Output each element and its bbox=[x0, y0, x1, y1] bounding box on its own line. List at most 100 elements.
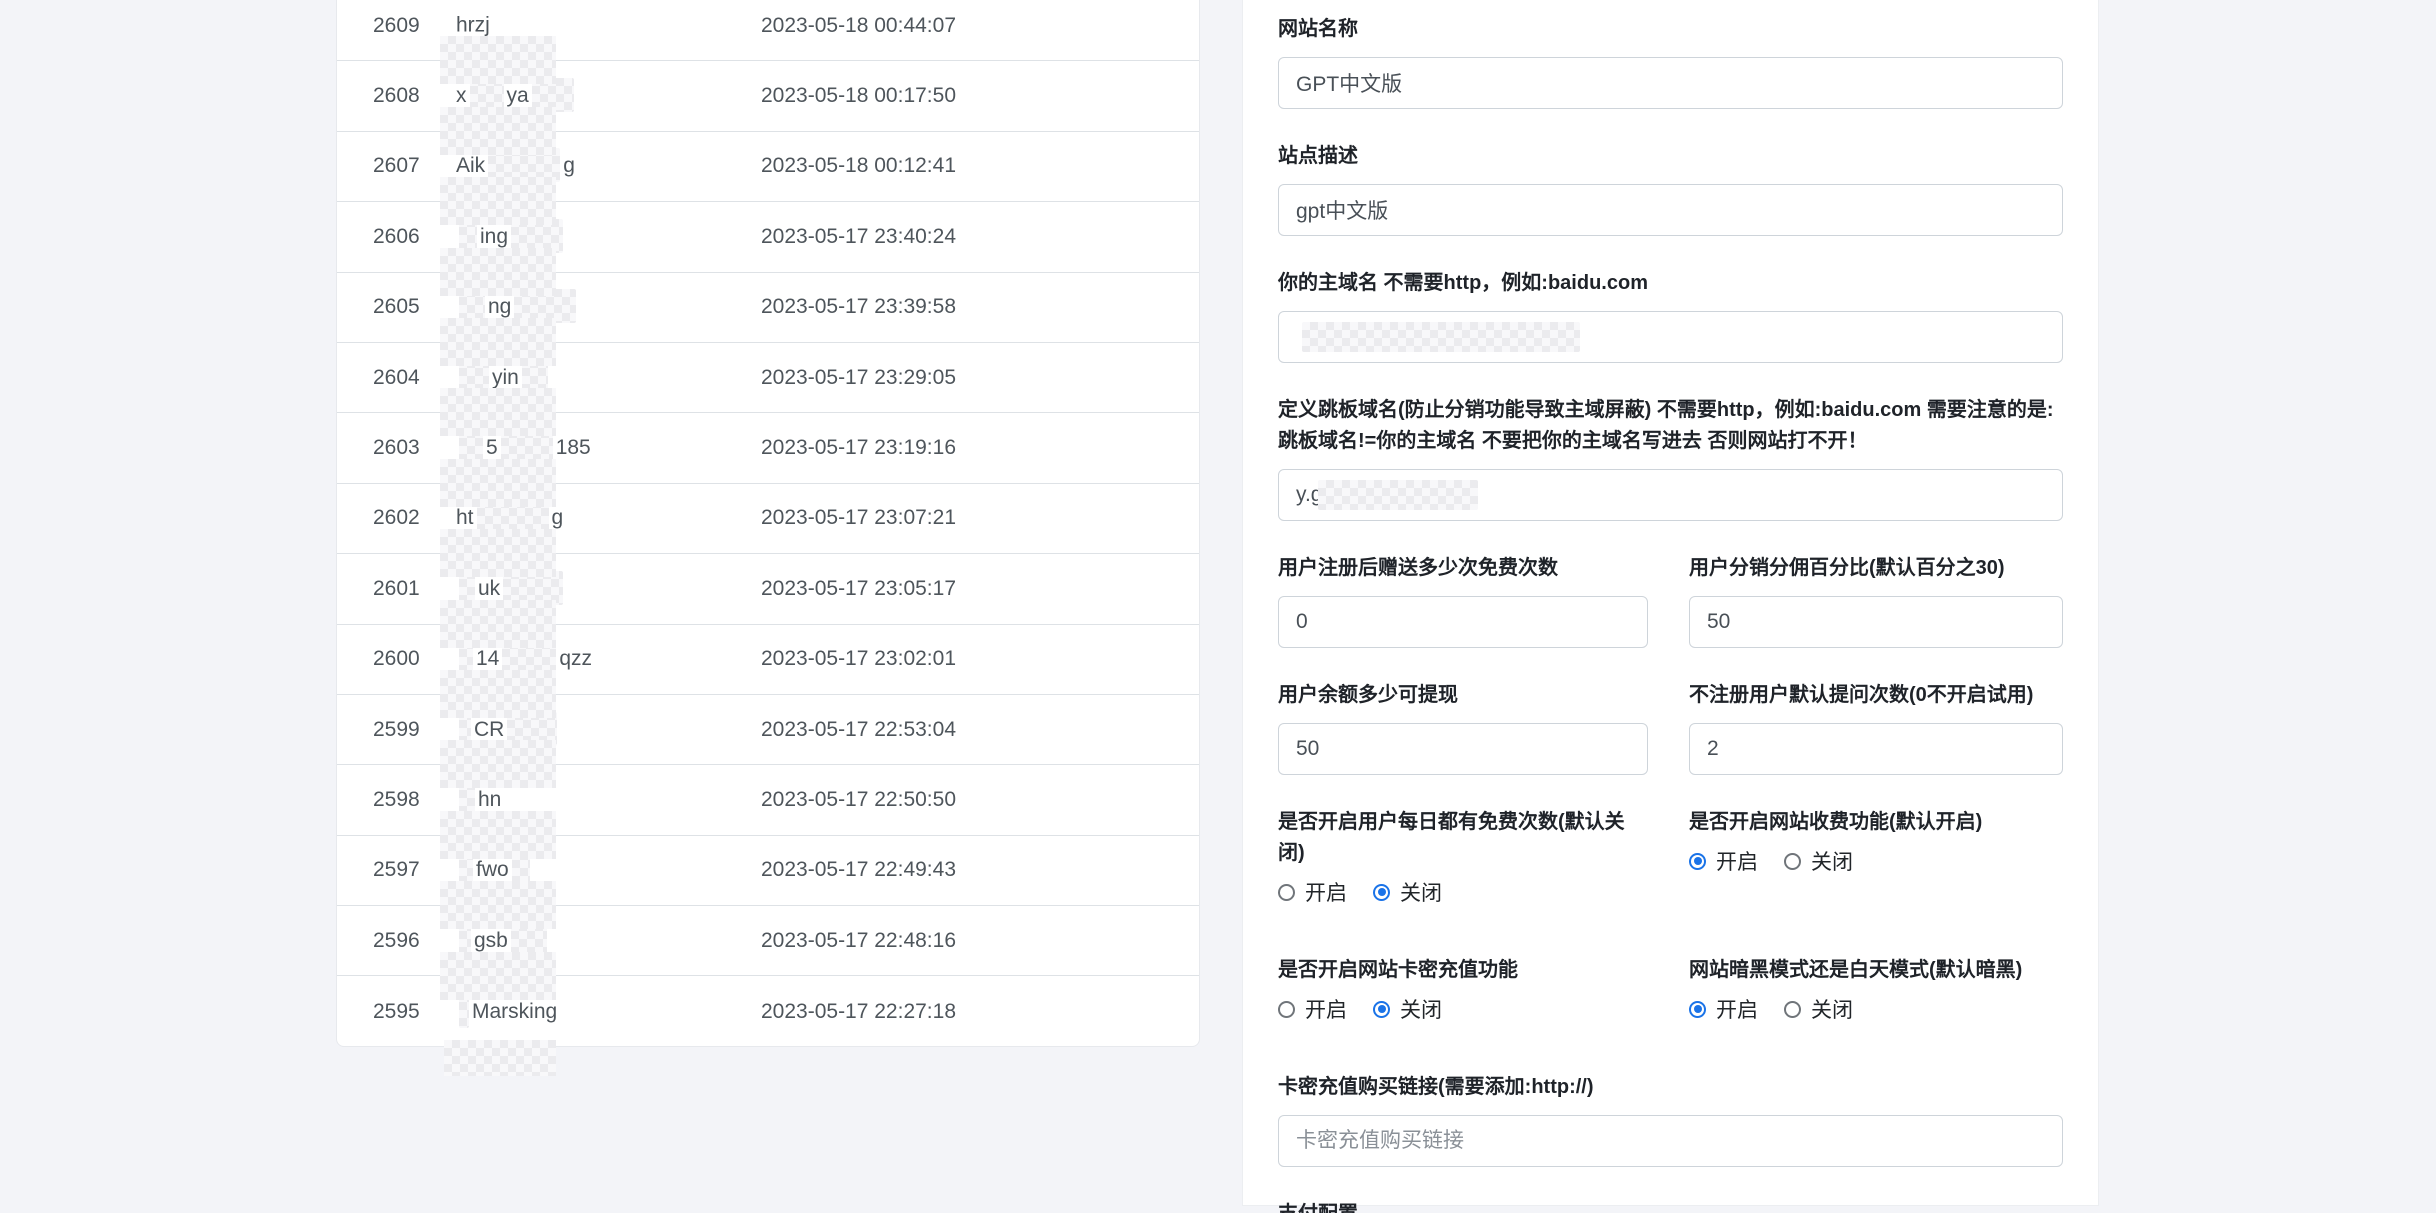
field-dark-mode: 网站暗黑模式还是白天模式(默认暗黑) 开启 关闭 bbox=[1689, 955, 2063, 1024]
radio-charge-on[interactable]: 开启 bbox=[1689, 846, 1758, 876]
user-id-cell: 2600 bbox=[373, 647, 456, 671]
user-name-text: hn bbox=[478, 788, 501, 811]
jump-domain-input[interactable]: y.g bbox=[1278, 469, 2063, 521]
radio-label: 开启 bbox=[1716, 994, 1758, 1024]
radio-charge-off[interactable]: 关闭 bbox=[1784, 846, 1853, 876]
redaction-mosaic bbox=[440, 177, 556, 225]
user-id-cell: 2596 bbox=[373, 929, 456, 953]
main-domain-input[interactable] bbox=[1278, 311, 2063, 363]
register-time-cell: 2023-05-18 00:17:50 bbox=[761, 84, 1199, 108]
user-name-text: hrzj bbox=[456, 14, 490, 37]
field-card-link: 卡密充值购买链接(需要添加:http://) bbox=[1278, 1072, 2063, 1167]
radio-card-recharge-on[interactable]: 开启 bbox=[1278, 994, 1347, 1024]
card-recharge-label: 是否开启网站卡密充值功能 bbox=[1278, 955, 1648, 986]
register-time-cell: 2023-05-17 22:49:43 bbox=[761, 858, 1199, 882]
user-id-cell: 2601 bbox=[373, 577, 456, 601]
redaction-mosaic bbox=[440, 248, 556, 296]
user-id-cell: 2604 bbox=[373, 366, 456, 390]
redaction-mosaic bbox=[440, 670, 556, 718]
user-name-text: Marsking bbox=[472, 1000, 557, 1023]
radio-circle-icon bbox=[1784, 853, 1801, 870]
radio-dark-mode-off[interactable]: 关闭 bbox=[1784, 994, 1853, 1024]
redaction-mosaic bbox=[440, 388, 556, 436]
field-jump-domain: 定义跳板域名(防止分销功能导致主域屏蔽) 不需要http，例如:baidu.co… bbox=[1278, 395, 2063, 521]
user-name-text: 5 bbox=[486, 436, 498, 459]
site-name-label: 网站名称 bbox=[1278, 14, 2063, 45]
radio-label: 开启 bbox=[1305, 994, 1347, 1024]
payment-label: 支付配置 bbox=[1278, 1199, 2063, 1213]
user-id-cell: 2607 bbox=[373, 154, 456, 178]
user-name-text: uk bbox=[478, 577, 500, 600]
register-time-cell: 2023-05-17 22:53:04 bbox=[761, 718, 1199, 742]
register-time-cell: 2023-05-17 23:05:17 bbox=[761, 577, 1199, 601]
user-name-text: g bbox=[552, 506, 564, 529]
radio-label: 开启 bbox=[1305, 877, 1347, 907]
main-domain-label: 你的主域名 不需要http，例如:baidu.com bbox=[1278, 268, 2063, 299]
field-site-name: 网站名称 bbox=[1278, 14, 2063, 109]
user-name-text: gsb bbox=[474, 929, 508, 952]
site-desc-input[interactable] bbox=[1278, 184, 2063, 236]
radio-circle-icon bbox=[1689, 853, 1706, 870]
radio-card-recharge-off[interactable]: 关闭 bbox=[1373, 994, 1442, 1024]
radio-row-dailyfree-charge: 是否开启用户每日都有免费次数(默认关闭) 开启 关闭 是否开启网站收费功能(默认… bbox=[1278, 807, 2063, 907]
free-times-input[interactable] bbox=[1278, 596, 1648, 648]
user-id-cell: 2598 bbox=[373, 788, 456, 812]
register-time-cell: 2023-05-17 22:27:18 bbox=[761, 1000, 1199, 1024]
radio-label: 开启 bbox=[1716, 846, 1758, 876]
site-desc-label: 站点描述 bbox=[1278, 141, 2063, 172]
redaction-mosaic bbox=[440, 529, 556, 577]
radio-circle-icon bbox=[1784, 1001, 1801, 1018]
register-time-cell: 2023-05-17 23:40:24 bbox=[761, 225, 1199, 249]
redaction-mask bbox=[1318, 480, 1478, 510]
field-trial-times: 不注册用户默认提问次数(0不开启试用) bbox=[1689, 680, 2063, 775]
field-payment: 支付配置 开启支付宝 开启微信 两个都开启 bbox=[1278, 1199, 2063, 1213]
user-name-text: ng bbox=[488, 295, 511, 318]
field-withdraw: 用户余额多少可提现 bbox=[1278, 680, 1648, 775]
commission-input[interactable] bbox=[1689, 596, 2063, 648]
radio-daily-free-on[interactable]: 开启 bbox=[1278, 877, 1347, 907]
register-time-cell: 2023-05-17 22:50:50 bbox=[761, 788, 1199, 812]
register-time-cell: 2023-05-18 00:44:07 bbox=[761, 14, 1199, 38]
register-time-cell: 2023-05-17 23:02:01 bbox=[761, 647, 1199, 671]
radio-circle-icon bbox=[1689, 1001, 1706, 1018]
user-name-cell: Marsking bbox=[456, 995, 761, 1029]
field-daily-free: 是否开启用户每日都有免费次数(默认关闭) 开启 关闭 bbox=[1278, 807, 1648, 907]
radio-circle-icon bbox=[1278, 884, 1295, 901]
field-site-desc: 站点描述 bbox=[1278, 141, 2063, 236]
register-time-cell: 2023-05-18 00:12:41 bbox=[761, 154, 1199, 178]
redaction-mask bbox=[1302, 322, 1580, 352]
radio-label: 关闭 bbox=[1811, 846, 1853, 876]
radio-daily-free-off[interactable]: 关闭 bbox=[1373, 877, 1442, 907]
user-id-cell: 2597 bbox=[373, 858, 456, 882]
register-time-cell: 2023-05-17 23:07:21 bbox=[761, 506, 1199, 530]
user-name-text: ht bbox=[456, 506, 474, 529]
redaction-mosaic bbox=[440, 811, 556, 859]
user-id-cell: 2609 bbox=[373, 14, 456, 38]
radio-label: 关闭 bbox=[1400, 877, 1442, 907]
card-link-label: 卡密充值购买链接(需要添加:http://) bbox=[1278, 1072, 2063, 1103]
field-commission: 用户分销分佣百分比(默认百分之30) bbox=[1689, 553, 2063, 648]
withdraw-input[interactable] bbox=[1278, 723, 1648, 775]
register-time-cell: 2023-05-17 23:19:16 bbox=[761, 436, 1199, 460]
radio-dark-mode-on[interactable]: 开启 bbox=[1689, 994, 1758, 1024]
user-id-cell: 2603 bbox=[373, 436, 456, 460]
user-name-text: CR bbox=[474, 718, 504, 741]
user-id-cell: 2595 bbox=[373, 1000, 456, 1024]
user-id-cell: 2608 bbox=[373, 84, 456, 108]
user-name-text: 14 bbox=[476, 647, 499, 670]
charge-label: 是否开启网站收费功能(默认开启) bbox=[1689, 807, 2063, 838]
site-name-input[interactable] bbox=[1278, 57, 2063, 109]
register-time-cell: 2023-05-17 23:39:58 bbox=[761, 295, 1199, 319]
commission-label: 用户分销分佣百分比(默认百分之30) bbox=[1689, 553, 2063, 584]
user-id-cell: 2605 bbox=[373, 295, 456, 319]
card-link-input[interactable] bbox=[1278, 1115, 2063, 1167]
redaction-mosaic bbox=[440, 459, 556, 507]
user-id-cell: 2599 bbox=[373, 718, 456, 742]
user-name-text: fwo bbox=[476, 858, 509, 881]
trial-times-input[interactable] bbox=[1689, 723, 2063, 775]
settings-form-card: 网站名称 站点描述 你的主域名 不需要http，例如:baidu.com 定义跳… bbox=[1242, 0, 2099, 1206]
field-card-recharge: 是否开启网站卡密充值功能 开启 关闭 bbox=[1278, 955, 1648, 1024]
dark-mode-label: 网站暗黑模式还是白天模式(默认暗黑) bbox=[1689, 955, 2063, 986]
redaction-mosaic bbox=[440, 952, 556, 1000]
field-charge: 是否开启网站收费功能(默认开启) 开启 关闭 bbox=[1689, 807, 2063, 907]
